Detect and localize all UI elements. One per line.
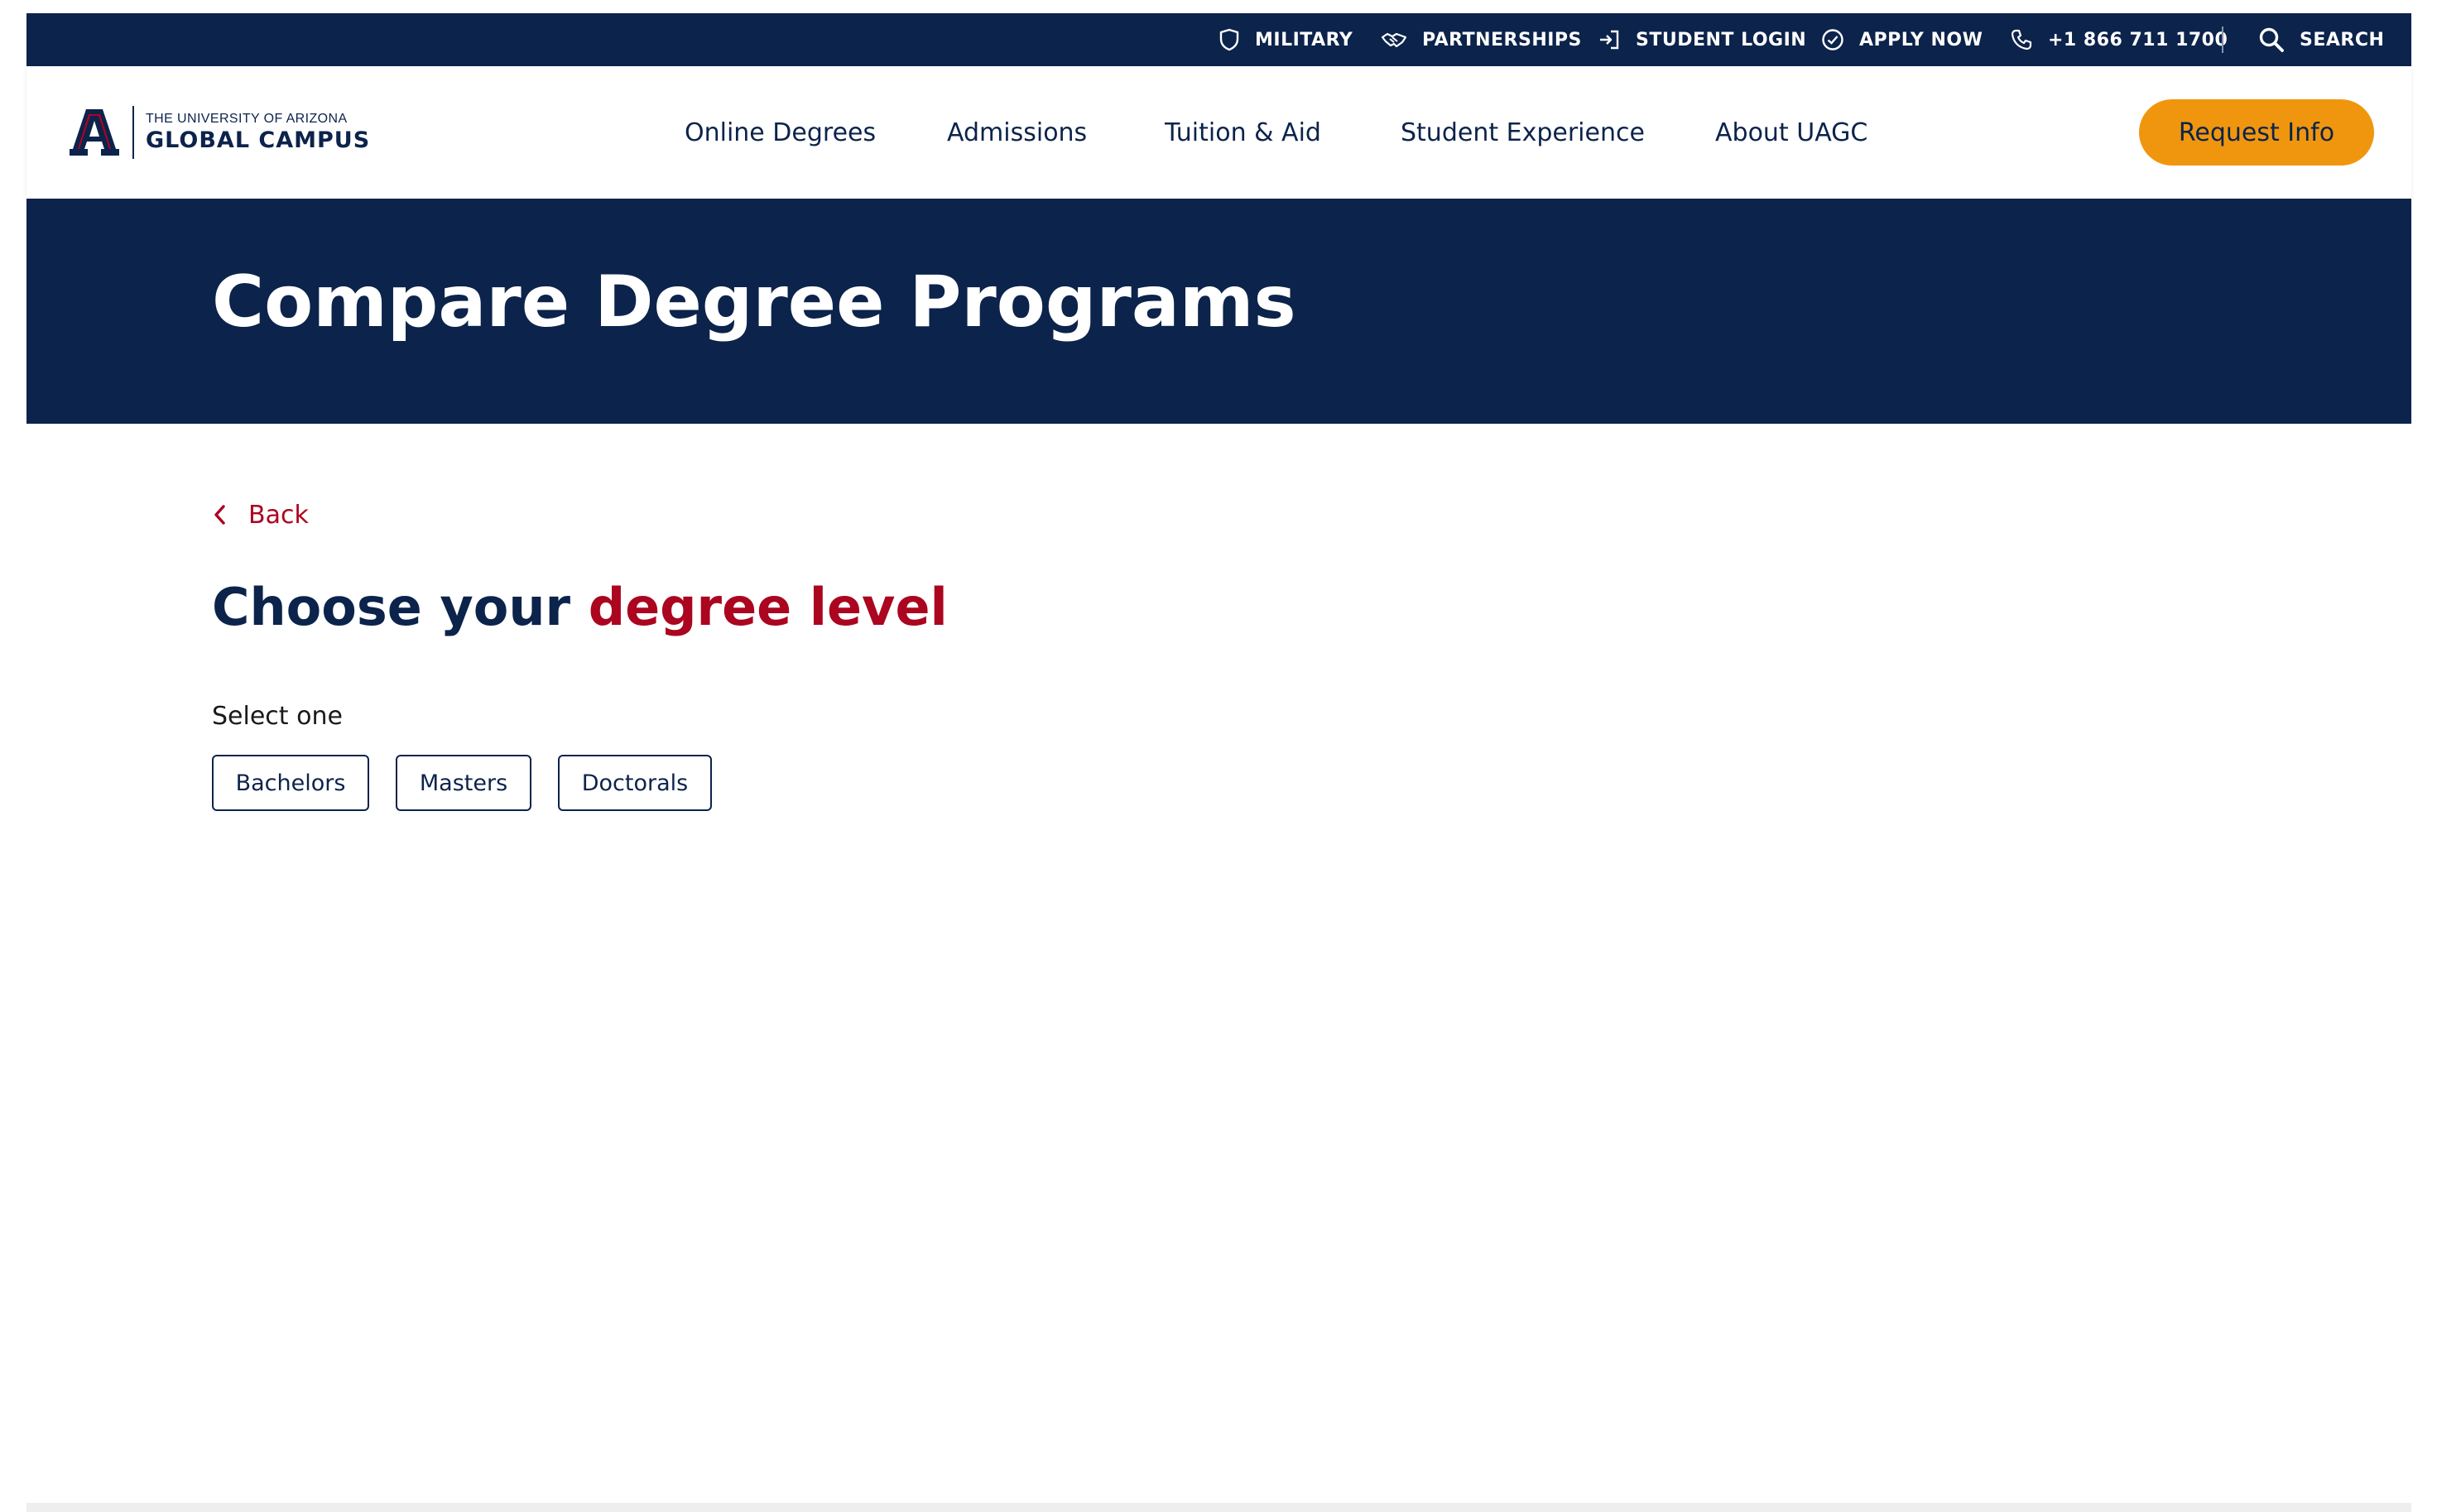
- handshake-icon: [1381, 32, 1407, 48]
- back-link-label: Back: [248, 500, 309, 530]
- nav-item-online-degrees[interactable]: Online Degrees: [685, 66, 876, 199]
- option-button-bachelors[interactable]: Bachelors: [212, 755, 369, 811]
- utility-link-partnerships[interactable]: PARTNERSHIPS: [1381, 13, 1582, 66]
- request-info-button[interactable]: Request Info: [2139, 99, 2374, 166]
- utility-link-search[interactable]: SEARCH: [2258, 13, 2384, 66]
- check-circle-icon: [1822, 29, 1843, 50]
- page-frame: MILITARY PARTNERSHIPS STUDENT LOGIN APPL…: [26, 13, 2411, 1512]
- section-heading-accent: degree level: [588, 577, 948, 637]
- chevron-left-icon: [214, 505, 225, 525]
- utility-link-label: SEARCH: [2300, 29, 2385, 50]
- shield-icon: [1219, 28, 1239, 51]
- logo-text: THE UNIVERSITY OF ARIZONA GLOBAL CAMPUS: [146, 111, 370, 154]
- option-button-doctorals[interactable]: Doctorals: [558, 755, 712, 811]
- utility-link-phone[interactable]: +1 866 711 1700: [2010, 13, 2228, 66]
- phone-icon: [2011, 29, 2032, 50]
- footer-edge: [26, 1503, 2411, 1512]
- nav-item-tuition-aid[interactable]: Tuition & Aid: [1165, 66, 1321, 199]
- logo-small-text: THE UNIVERSITY OF ARIZONA: [146, 112, 348, 126]
- select-instruction: Select one: [212, 702, 343, 731]
- utility-link-apply-now[interactable]: APPLY NOW: [1821, 13, 1983, 66]
- search-icon: [2259, 27, 2284, 52]
- back-link[interactable]: Back: [212, 493, 309, 536]
- main-header: THE UNIVERSITY OF ARIZONA GLOBAL CAMPUS …: [26, 66, 2411, 199]
- nav-item-admissions[interactable]: Admissions: [947, 66, 1087, 199]
- logo-divider: [132, 106, 134, 159]
- section-heading-part1: Choose your: [212, 577, 589, 637]
- logo-big-text: GLOBAL CAMPUS: [146, 127, 371, 153]
- hero-banner: Compare Degree Programs: [26, 199, 2411, 424]
- utility-link-label: APPLY NOW: [1859, 29, 1983, 50]
- utility-link-student-login[interactable]: STUDENT LOGIN: [1598, 13, 1806, 66]
- arizona-a-icon: [70, 109, 119, 156]
- site-logo[interactable]: THE UNIVERSITY OF ARIZONA GLOBAL CAMPUS: [68, 103, 370, 162]
- utility-link-label: STUDENT LOGIN: [1636, 29, 1807, 50]
- utility-link-label: +1 866 711 1700: [2048, 29, 2228, 50]
- utility-link-label: PARTNERSHIPS: [1422, 29, 1582, 50]
- option-button-masters[interactable]: Masters: [396, 755, 531, 811]
- section-heading: Choose your degree level: [212, 573, 948, 642]
- utility-bar: MILITARY PARTNERSHIPS STUDENT LOGIN APPL…: [26, 13, 2411, 66]
- utility-divider: [2222, 26, 2223, 53]
- nav-item-student-experience[interactable]: Student Experience: [1401, 66, 1645, 199]
- nav-item-about-uagc[interactable]: About UAGC: [1715, 66, 1867, 199]
- utility-link-military[interactable]: MILITARY: [1218, 13, 1353, 66]
- page-title: Compare Degree Programs: [212, 261, 1296, 343]
- utility-link-label: MILITARY: [1255, 29, 1353, 50]
- login-icon: [1600, 30, 1619, 50]
